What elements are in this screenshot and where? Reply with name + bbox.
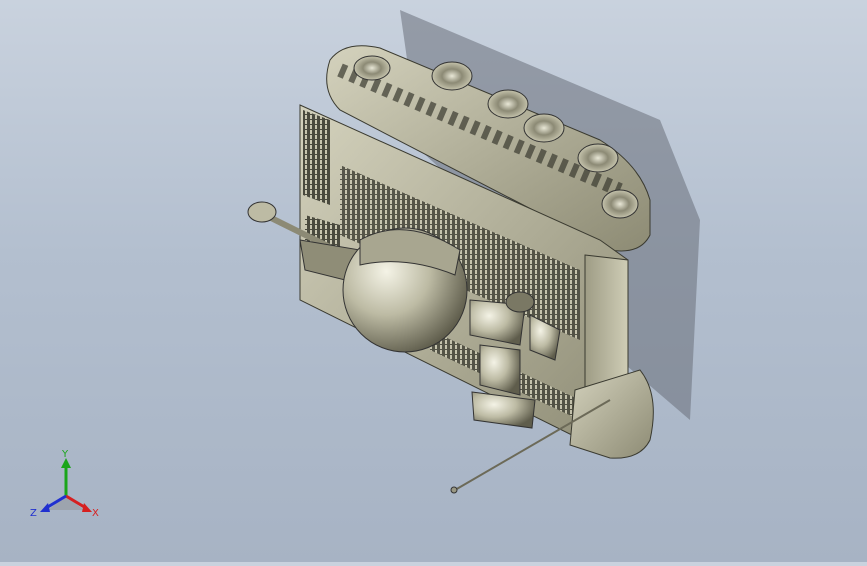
x-label: X — [92, 508, 99, 519]
grille-left — [303, 110, 330, 205]
3d-viewport[interactable] — [0, 0, 867, 562]
x-arrow-icon — [82, 503, 92, 512]
antenna-tip — [450, 486, 458, 494]
z-arrow-icon — [40, 503, 50, 512]
y-label: Y — [61, 449, 69, 460]
coordinate-triad: Y X Z — [26, 448, 106, 523]
z-label: Z — [30, 508, 37, 519]
tank-model[interactable] — [0, 0, 867, 562]
